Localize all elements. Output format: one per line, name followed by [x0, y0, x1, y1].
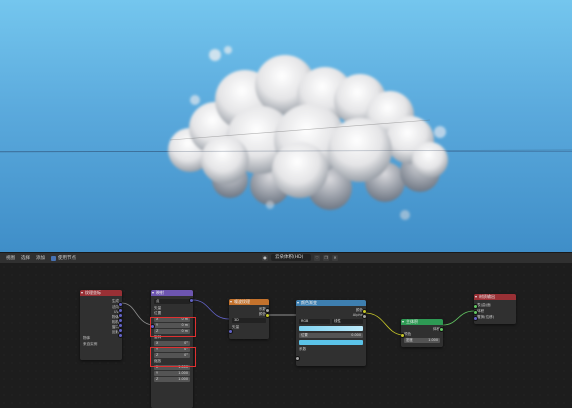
- stop-color-swatch[interactable]: [299, 340, 363, 345]
- node-title: 颜色渐变: [296, 300, 366, 306]
- socket-volume-output[interactable]: [439, 327, 443, 332]
- menu-select[interactable]: 选择: [21, 255, 30, 261]
- socket-color-output[interactable]: [265, 313, 269, 318]
- duplicate-material-icon[interactable]: ❐: [323, 254, 329, 261]
- output-color: 颜色: [258, 312, 266, 316]
- location-highlight: [150, 317, 196, 337]
- location-label: 位置: [154, 311, 162, 315]
- from-instancer-checkbox[interactable]: 来自实例: [83, 341, 119, 347]
- material-browse-icon[interactable]: ●: [262, 254, 268, 261]
- dimension-dropdown[interactable]: 3D: [232, 318, 266, 323]
- fake-user-icon[interactable]: ♡: [314, 254, 320, 261]
- node-noise-texture[interactable]: 噪波纹理 系数 颜色 3D 矢量: [229, 299, 269, 339]
- socket-fac-input[interactable]: [296, 356, 300, 361]
- mapping-type-dropdown[interactable]: 点: [154, 299, 190, 304]
- scale-z-field[interactable]: Z 1.000: [154, 377, 190, 382]
- 3d-viewport[interactable]: [0, 0, 572, 252]
- rotation-x-field[interactable]: X 0°: [154, 341, 190, 346]
- node-canvas[interactable]: 纹理坐标 生成 法向 UV 物体 相机 窗口 反射 物体 来自实例 映射 点 矢…: [0, 263, 572, 408]
- node-material-output[interactable]: 材质输出 表(曲)面 体积 置换(位移): [474, 294, 516, 324]
- menu-add[interactable]: 添加: [36, 255, 45, 261]
- use-nodes-label: 使用节点: [58, 256, 76, 261]
- input-color: 颜色: [404, 332, 412, 336]
- socket-vector-input[interactable]: [229, 329, 233, 334]
- output-generated: 生成: [111, 299, 119, 303]
- unlink-material-icon[interactable]: ✕: [332, 254, 338, 261]
- cloud-render: [0, 46, 572, 220]
- input-fac: 系数: [299, 347, 307, 351]
- color-mode-dropdown[interactable]: RGB: [299, 319, 330, 324]
- node-texture-coordinate[interactable]: 纹理坐标 生成 法向 UV 物体 相机 窗口 反射 物体 来自实例: [80, 290, 122, 360]
- output-alpha: Alpha: [352, 313, 363, 317]
- stop-position-field[interactable]: 位置 0.000: [299, 333, 363, 338]
- material-selector-group: ● 云朵体积(HD) ♡ ❐ ✕: [262, 254, 338, 261]
- input-vector: 矢量: [232, 325, 240, 329]
- node-title: 映射: [151, 290, 193, 296]
- use-nodes-checkbox[interactable]: [51, 255, 56, 261]
- node-title: 噪波纹理: [229, 299, 269, 305]
- node-editor-header: 视图 选择 添加 使用节点 ● 云朵体积(HD) ♡ ❐ ✕: [0, 252, 572, 263]
- rotation-highlight: [150, 347, 196, 367]
- socket-generated[interactable]: [118, 302, 122, 307]
- node-title: 纹理坐标: [80, 290, 122, 296]
- density-field[interactable]: 密度 1.000: [404, 338, 440, 343]
- input-displacement: 置换(位移): [477, 315, 495, 319]
- menu-view[interactable]: 视图: [6, 255, 15, 261]
- node-title: 主体积: [401, 319, 443, 325]
- node-title: 材质输出: [474, 294, 516, 300]
- node-principled-volume[interactable]: 主体积 体积 颜色 密度1.000: [401, 319, 443, 347]
- interpolation-dropdown[interactable]: 线性: [332, 319, 363, 324]
- scale-y-field[interactable]: Y 1.000: [154, 371, 190, 376]
- socket-alpha-output[interactable]: [362, 314, 366, 319]
- color-ramp-gradient[interactable]: [299, 326, 363, 331]
- material-name-field[interactable]: 云朵体积(HD): [271, 254, 311, 261]
- socket-reflection[interactable]: [118, 333, 122, 338]
- socket-vector-output[interactable]: [189, 298, 193, 303]
- node-color-ramp[interactable]: 颜色渐变 颜色 Alpha RGB 线性 位置0.000 系数: [296, 300, 366, 366]
